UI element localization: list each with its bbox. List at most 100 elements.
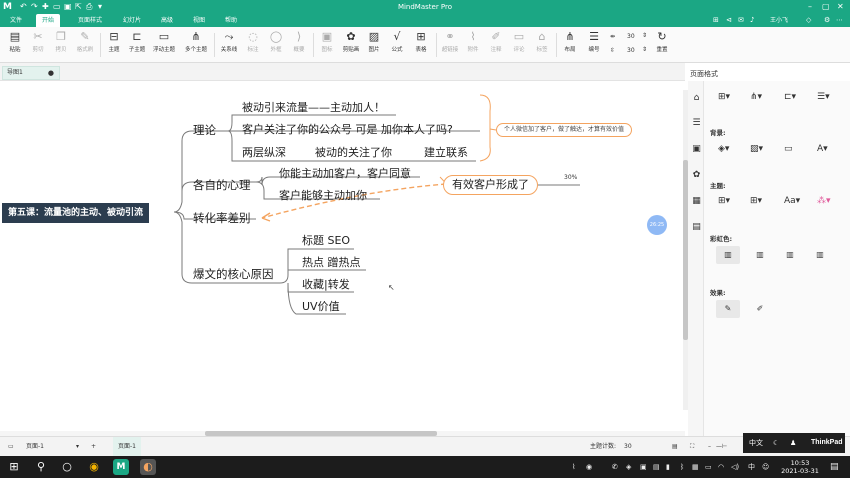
task-panel-icon[interactable]: ▦ — [691, 196, 702, 207]
user-name[interactable]: 王小飞 — [770, 14, 788, 27]
topic-psychology[interactable]: 各自的心理 — [193, 178, 251, 192]
background-fill-icon[interactable]: ◈▾ — [718, 142, 729, 156]
theme-color-icon[interactable]: ⁂▾ — [817, 194, 831, 208]
background-image-icon[interactable]: ▨▾ — [750, 142, 763, 156]
publish-icon[interactable]: ⊞ — [713, 14, 719, 27]
table-button[interactable]: ⊞ 表格 — [408, 30, 434, 60]
menu-help[interactable]: 帮助 — [219, 14, 243, 27]
bell-icon[interactable]: ♪ — [750, 14, 754, 27]
formula-button[interactable]: √ 公式 — [384, 30, 410, 60]
mark-button[interactable]: ▣ 图标 — [314, 30, 340, 60]
app-taskbar-icon[interactable]: ◐ — [140, 459, 156, 475]
tray-app-4-icon[interactable]: ▤ — [653, 456, 660, 478]
page-format-icon[interactable]: ⌂ — [691, 93, 702, 104]
relationship-button[interactable]: ⤳ 关系线 — [216, 30, 242, 60]
chrome-icon[interactable]: ◉ — [86, 459, 102, 475]
volume-icon[interactable]: ◁) — [731, 456, 739, 478]
result-node[interactable]: 有效客户形成了 — [443, 175, 538, 195]
close-icon[interactable]: ✕ — [837, 1, 844, 13]
network-icon[interactable]: ⌇ — [572, 456, 575, 478]
rainbow-option-1[interactable]: ▥ — [716, 246, 740, 264]
topic-theory[interactable]: 理论 — [193, 123, 216, 137]
list-style-icon[interactable]: ☰▾ — [817, 90, 830, 104]
subtopic-theory-1[interactable]: 被动引来流量——主动加人！ — [242, 101, 385, 115]
page-dropdown-icon[interactable]: ▾ — [76, 437, 79, 457]
unsaved-dot-icon[interactable]: ● — [48, 67, 54, 79]
subtopic-theory-4[interactable]: 被动的关注了你 — [315, 146, 392, 160]
fit-page-icon[interactable]: ▤ — [672, 437, 678, 457]
minimize-icon[interactable]: – — [808, 1, 812, 13]
bluetooth-icon[interactable]: ᛒ — [680, 456, 684, 478]
task-view-icon[interactable]: ○ — [59, 459, 75, 475]
theme-layout-icon[interactable]: ⊞▾ — [750, 194, 762, 208]
layout-style-icon[interactable]: ⊞▾ — [718, 90, 730, 104]
skin-icon[interactable]: ◇ — [806, 14, 811, 27]
subtopic-viral-1[interactable]: 标题 SEO — [302, 234, 350, 248]
subtopic-theory-2[interactable]: 客户关注了你的公众号 可是 加你本人了吗? — [242, 123, 453, 137]
maximize-icon[interactable]: ▢ — [822, 1, 830, 13]
ime-indicator[interactable]: 中 — [748, 456, 755, 478]
mindmap-canvas[interactable]: 第五课：流量池的主动、被动引流 理论 被动引来流量——主动加人！ 客户关注了你的… — [0, 81, 685, 436]
rainbow-option-2[interactable]: ▥ — [748, 246, 772, 264]
floating-badge[interactable]: 26:25 — [647, 215, 667, 235]
settings-icon[interactable]: ⚙ — [824, 14, 830, 27]
reset-button[interactable]: ↻ 重置 — [649, 30, 675, 60]
topic-conversion[interactable]: 转化率差别 — [193, 211, 251, 225]
theme-font-button[interactable]: Aa▾ — [784, 194, 800, 208]
effect-option-2[interactable]: ✐ — [748, 300, 772, 318]
horizontal-spacing-stepper[interactable]: ⇕ — [642, 32, 647, 39]
vertical-spacing-input[interactable]: 30 — [627, 47, 635, 54]
multiple-topics-button[interactable]: ⋔ 多个主题 — [183, 30, 209, 60]
tray-app-2-icon[interactable]: ◈ — [626, 456, 631, 478]
rainbow-option-3[interactable]: ▥ — [778, 246, 802, 264]
shirt-icon[interactable]: ♟ — [790, 433, 796, 453]
layout-button[interactable]: ⋔ 布局 — [557, 30, 583, 60]
root-topic[interactable]: 第五课：流量池的主动、被动引流 — [2, 203, 150, 223]
connector-style-icon[interactable]: ⊏▾ — [784, 90, 796, 104]
subtopic-psych-2[interactable]: 客户能够主动加你 — [279, 189, 367, 203]
tree-style-icon[interactable]: ⋔▾ — [750, 90, 762, 104]
floating-topic-button[interactable]: ▭ 浮动主题 — [151, 30, 177, 60]
mark-panel-icon[interactable]: ▣ — [691, 144, 702, 155]
menu-home[interactable]: 开始 — [36, 14, 61, 27]
fullscreen-icon[interactable]: ⛶ — [690, 437, 694, 457]
menu-file[interactable]: 文件 — [4, 14, 28, 27]
zoom-slider[interactable]: —⊢ — [716, 437, 727, 457]
subtopic-psych-1[interactable]: 你能主动加客户，客户同意 — [279, 167, 411, 181]
menu-advanced[interactable]: 高级 — [155, 14, 179, 27]
document-tab[interactable]: 导图1 ● — [2, 66, 60, 80]
format-painter-button[interactable]: ✎ 格式刷 — [72, 30, 98, 60]
horizontal-spacing-input[interactable]: 30 — [627, 33, 635, 40]
battery-icon[interactable]: ▭ — [705, 456, 712, 478]
cloud-icon[interactable]: ✉ — [738, 14, 744, 27]
notification-icon[interactable]: ▤ — [830, 456, 839, 478]
menu-view[interactable]: 视图 — [187, 14, 211, 27]
windows-start-icon[interactable]: ⊞ — [6, 459, 22, 475]
effect-option-1[interactable]: ✎ — [716, 300, 740, 318]
tag-button[interactable]: ⌂ 标签 — [529, 30, 555, 60]
theory-callout[interactable]: 个人微信加了客户，做了触达，才算有效价值 — [496, 123, 633, 137]
subtopic-viral-2[interactable]: 热点 蹭热点 — [302, 256, 361, 270]
subtopic-viral-4[interactable]: UV价值 — [302, 300, 340, 314]
theme-icon[interactable]: ⊞▾ — [718, 194, 730, 208]
vertical-spacing-stepper[interactable]: ⇕ — [642, 46, 647, 53]
topic-viral[interactable]: 爆文的核心原因 — [193, 267, 274, 281]
tray-app-icon[interactable]: ◉ — [586, 456, 592, 478]
page-tab[interactable]: 页面-1 — [113, 437, 141, 457]
search-icon[interactable]: ⚲ — [33, 459, 49, 475]
outline-icon[interactable]: ☰ — [691, 118, 702, 129]
menu-page-style[interactable]: 页面样式 — [72, 14, 108, 27]
slides-panel-icon[interactable]: ▤ — [691, 222, 702, 233]
numbering-button[interactable]: ☰ 编号 — [581, 30, 607, 60]
subtopic-viral-3[interactable]: 收藏|转发 — [302, 278, 350, 292]
page-selector[interactable]: 页面-1 — [26, 437, 44, 457]
taskbar-clock[interactable]: 10:53 2021-03-31 — [778, 459, 822, 475]
rainbow-option-4[interactable]: ▥ — [808, 246, 832, 264]
summary-button[interactable]: ⟩ 概要 — [286, 30, 312, 60]
clipart-panel-icon[interactable]: ✿ — [691, 170, 702, 181]
zoom-out-icon[interactable]: – — [708, 437, 711, 457]
moon-icon[interactable]: ☾ — [773, 433, 779, 453]
more-icon[interactable]: ⋯ — [836, 14, 843, 27]
share-icon[interactable]: ⊲ — [726, 14, 732, 27]
ime-emoji-icon[interactable]: ☺ — [762, 456, 769, 478]
